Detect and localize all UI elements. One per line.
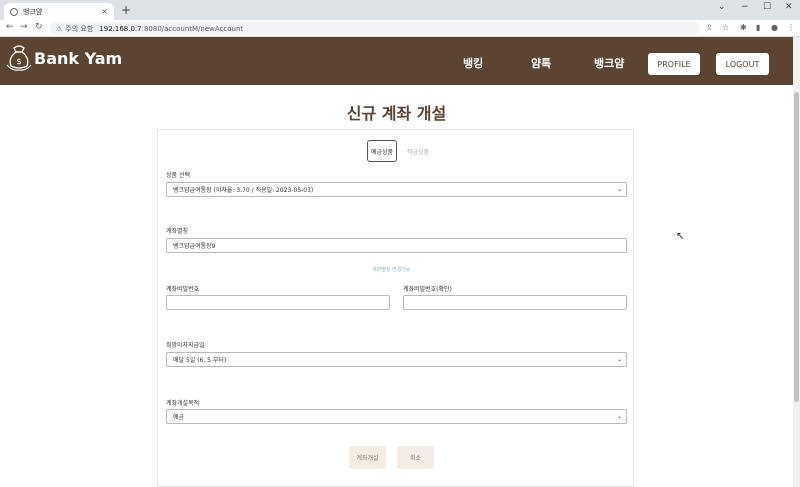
site-header: $ Bank Yam 뱅킹 얌톡 뱅크얌 PROFILE LOGOUT [0,37,793,85]
close-window-icon[interactable]: ✕ [785,2,793,12]
product-select-value: 뱅크얌급여통장 (이자율: 3.70 / 적용일: 2023-05-03) [173,187,314,194]
password-input[interactable] [166,295,390,310]
warning-icon: ⚠ [56,24,63,33]
page-title: 신규 계좌 개설 [346,104,447,123]
alias-input-value: 뱅크얌급여통장9 [173,243,216,250]
page-scrollbar[interactable] [793,37,800,487]
chevron-down-icon: ⌄ [616,356,622,363]
bookmark-star-icon[interactable]: ☆ [722,23,729,32]
profile-button[interactable]: PROFILE [648,53,700,75]
nav-banking[interactable]: 뱅킹 [463,55,483,71]
back-icon[interactable]: ← [6,22,14,32]
nav-bankyam[interactable]: 뱅크얌 [594,55,624,71]
svg-text:$: $ [16,57,21,66]
purpose-select[interactable]: 예금 ⌄ [166,409,627,424]
browser-tabbar: 뱅크얌 × + ⌄ − ☐ ✕ [0,0,800,20]
maximize-icon[interactable]: ☐ [763,2,771,12]
product-label: 상품 선택 [166,172,190,179]
share-icon[interactable]: ⇪ [706,23,713,32]
address-bar: ← → ↻ ⚠ 주의 요함 192.168.0.7 :8080/accountM… [0,20,800,37]
forward-icon[interactable]: → [20,22,28,32]
minimize-icon[interactable]: − [741,2,749,12]
interest-day-value: 매달 5일 (6. 5 부터) [173,357,227,364]
menu-kebab-icon[interactable]: ⋮ [787,23,795,32]
chevron-down-icon: ⌄ [616,186,622,193]
globe-icon [10,7,18,16]
alias-label: 계좌별칭 [166,228,189,235]
product-select[interactable]: 뱅크얌급여통장 (이자율: 3.70 / 적용일: 2023-05-03) ⌄ [166,182,627,197]
url-path: :8080/accountM/newAccount [141,24,244,33]
url-input[interactable]: ⚠ 주의 요함 192.168.0.7 :8080/accountM/newAc… [50,22,700,35]
new-account-form: 예금상품 적금상품 상품 선택 뱅크얌급여통장 (이자율: 3.70 / 적용일… [157,129,634,487]
alias-hint: 계좌별칭 변경가능 [372,267,411,273]
purpose-value: 예금 [173,414,185,421]
password-confirm-label: 계좌비밀번호(확인) [403,286,452,293]
close-tab-icon[interactable]: × [101,7,108,16]
interest-day-select[interactable]: 매달 5일 (6. 5 부터) ⌄ [166,352,627,367]
nav-yamtalk[interactable]: 얌톡 [531,55,551,71]
tab-savings[interactable]: 적금상품 [403,140,433,162]
reload-icon[interactable]: ↻ [35,22,43,32]
chevron-down-icon: ⌄ [616,413,622,420]
mouse-cursor-icon: ↖ [676,231,685,242]
profile-avatar-icon[interactable]: ● [771,23,778,32]
password-label: 계좌비밀번호 [166,286,200,293]
sidepanel-icon[interactable]: ▮ [756,23,760,32]
alias-input[interactable]: 뱅크얌급여통장9 [166,238,627,253]
money-bag-icon: $ [6,45,32,71]
logo[interactable]: $ Bank Yam [6,43,122,73]
tab-title: 뱅크얌 [23,7,43,16]
purpose-label: 계좌개설목적 [166,400,200,407]
scrollbar-thumb[interactable] [794,92,799,402]
tab-deposit[interactable]: 예금상품 [367,140,397,162]
browser-tab[interactable]: 뱅크얌 × [4,3,114,20]
logout-button[interactable]: LOGOUT [716,53,769,75]
new-tab-button[interactable]: + [121,3,131,17]
url-host: 192.168.0.7 [99,24,142,33]
tab-search-icon[interactable]: ⌄ [718,2,726,12]
interest-day-label: 희망이자지급일 [166,342,205,349]
extensions-icon[interactable]: ✱ [740,23,747,32]
password-confirm-input[interactable] [403,295,627,310]
logo-text: Bank Yam [34,48,123,68]
open-account-button[interactable]: 계좌개설 [349,446,386,469]
security-warning[interactable]: 주의 요함 [65,24,93,34]
cancel-button[interactable]: 취소 [397,446,434,469]
